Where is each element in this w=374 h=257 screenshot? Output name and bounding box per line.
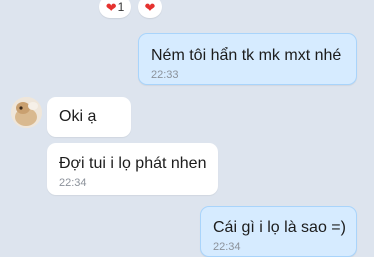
reaction-count: 1 [117,0,125,14]
message-text: Oki ạ [59,108,97,125]
message-bubble-outgoing[interactable]: Cái gì i lọ là sao =) 22:34 [200,206,357,257]
avatar-image [11,97,42,128]
message-bubble-outgoing[interactable]: Ném tôi hẩn tk mk mxt nhé 22:33 [138,33,357,85]
message-bubble-incoming[interactable]: Đợi tui i lọ phát nhen 22:34 [47,143,218,195]
contact-avatar[interactable] [11,97,42,128]
message-text: Đợi tui i lọ phát nhen [59,155,207,172]
message-time: 22:34 [213,241,241,253]
message-time: 22:34 [59,177,87,189]
heart-icon: ❤ [144,0,156,15]
message-text: Ném tôi hẩn tk mk mxt nhé [151,47,342,64]
message-time: 22:33 [151,69,179,81]
heart-icon: ❤ [105,0,117,15]
message-text: Cái gì i lọ là sao =) [213,219,346,236]
add-reaction-heart-button[interactable]: ❤ [138,0,162,18]
reaction-heart-count[interactable]: ❤ 1 [99,0,131,18]
message-bubble-incoming[interactable]: Oki ạ [47,97,131,137]
